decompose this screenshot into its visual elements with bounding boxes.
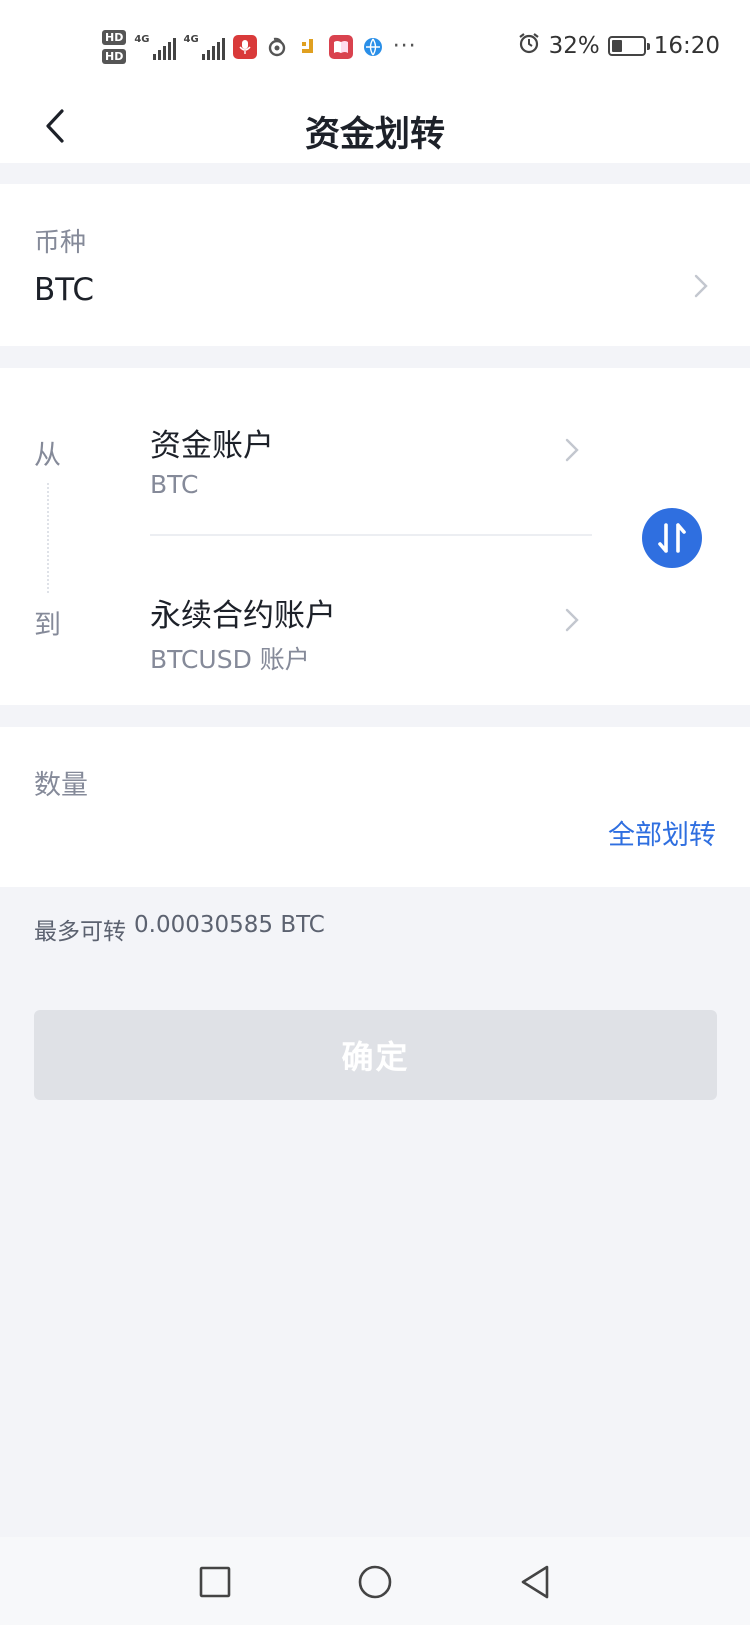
triangle-back-icon — [521, 1565, 549, 1599]
signal-1-icon: 4G — [134, 34, 176, 60]
hd-1-label: HD — [102, 30, 127, 45]
chevron-right-icon — [565, 438, 579, 462]
from-account-sub: BTC — [150, 470, 199, 499]
clock-time: 16:20 — [653, 33, 720, 59]
to-account-name: 永续合约账户 — [150, 598, 336, 634]
network-2-label: 4G — [183, 34, 199, 45]
coin-selector[interactable]: 币种 BTC — [0, 184, 750, 346]
alarm-icon — [517, 31, 541, 61]
transfer-all-button[interactable]: 全部划转 — [608, 813, 716, 852]
more-notifications-icon: ··· — [392, 34, 417, 59]
coin-value: BTC — [34, 272, 95, 308]
chevron-right-icon — [565, 608, 579, 632]
square-icon — [199, 1566, 231, 1598]
status-bar: HD HD 4G 4G ··· 32% 16:20 — [0, 0, 750, 90]
browser-app-icon — [361, 35, 385, 59]
battery-icon — [607, 36, 650, 56]
home-button[interactable] — [350, 1557, 400, 1607]
status-left: HD HD 4G 4G ··· — [102, 30, 417, 64]
from-label: 从 — [34, 440, 61, 471]
netease-music-icon — [265, 35, 289, 59]
recent-apps-button[interactable] — [190, 1557, 240, 1607]
max-label: 最多可转 — [34, 919, 126, 945]
coin-label: 币种 — [34, 228, 87, 258]
page-title: 资金划转 — [304, 115, 445, 155]
system-back-button[interactable] — [510, 1557, 560, 1607]
hd-indicator: HD HD — [102, 30, 127, 64]
confirm-button[interactable]: 确定 — [34, 1010, 717, 1100]
hd-2-label: HD — [102, 49, 127, 64]
transfer-direction-card: 从 到 资金账户 BTC 永续合约账户 BTCUSD 账户 — [0, 368, 750, 705]
to-account-sub: BTCUSD 账户 — [150, 645, 310, 674]
signal-2-icon: 4G — [184, 34, 225, 60]
direction-line — [47, 483, 49, 593]
swap-direction-button[interactable] — [642, 508, 702, 568]
amount-input[interactable] — [34, 807, 554, 855]
amount-card: 数量 全部划转 — [0, 727, 750, 887]
navigation-bar — [0, 1537, 750, 1625]
from-account-name: 资金账户 — [150, 428, 274, 464]
battery-fill — [611, 40, 622, 52]
notification-app-icon — [297, 35, 321, 59]
max-transferable: 最多可转 0.00030585 BTC — [34, 912, 325, 946]
circle-icon — [358, 1565, 392, 1599]
header: 资金划转 — [0, 90, 750, 163]
divider — [150, 534, 592, 536]
battery-percent: 32% — [548, 33, 600, 59]
amount-label: 数量 — [34, 770, 88, 801]
chevron-right-icon — [694, 274, 708, 298]
status-right: 32% 16:20 — [517, 31, 720, 61]
to-label: 到 — [34, 610, 61, 641]
microphone-app-icon — [232, 35, 257, 59]
network-1-label: 4G — [134, 34, 150, 45]
book-app-icon — [328, 35, 353, 59]
max-value: 0.00030585 BTC — [134, 912, 325, 938]
swap-arrows-icon — [658, 523, 686, 553]
